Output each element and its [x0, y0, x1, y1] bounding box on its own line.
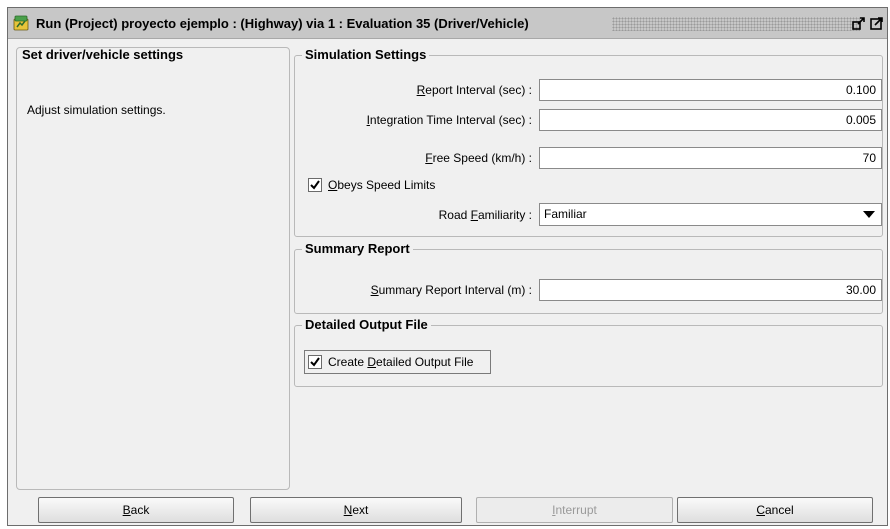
free-speed-input[interactable]: 70 [539, 147, 882, 169]
summary-interval-label: Summary Report Interval (m) : [370, 283, 532, 297]
next-button[interactable]: Next [250, 497, 462, 523]
obeys-speed-limits-box[interactable] [308, 178, 322, 192]
title-bar-grip [612, 17, 860, 31]
obeys-speed-limits-label: Obeys Speed Limits [328, 178, 436, 192]
back-button[interactable]: Back [38, 497, 234, 523]
dialog-window: Run (Project) proyecto ejemplo : (Highwa… [7, 7, 888, 526]
summary-report-heading: Summary Report [302, 241, 413, 256]
detailed-output-heading: Detailed Output File [302, 317, 431, 332]
interrupt-button[interactable]: Interrupt [476, 497, 673, 523]
step-heading: Set driver/vehicle settings [22, 47, 184, 62]
maximize-icon[interactable] [870, 16, 884, 30]
cancel-button[interactable]: Cancel [677, 497, 873, 523]
simulation-settings-heading: Simulation Settings [302, 47, 430, 62]
report-interval-label: Report Interval (sec) : [416, 83, 532, 97]
integration-interval-input[interactable]: 0.005 [539, 109, 882, 131]
create-detailed-output-checkbox[interactable]: Create Detailed Output File [308, 353, 493, 373]
report-interval-input[interactable]: 0.100 [539, 79, 882, 101]
obeys-speed-limits-checkbox[interactable]: Obeys Speed Limits [308, 176, 488, 196]
create-detailed-output-box[interactable] [308, 355, 322, 369]
step-description: Adjust simulation settings. [27, 103, 166, 117]
window-title: Run (Project) proyecto ejemplo : (Highwa… [36, 16, 529, 31]
dropdown-arrow-icon[interactable] [863, 211, 875, 218]
road-familiarity-value: Familiar [544, 207, 587, 221]
road-familiarity-label: Road Familiarity : [438, 208, 532, 222]
road-familiarity-select[interactable]: Familiar [539, 203, 882, 226]
checkmark-icon [310, 357, 320, 367]
restore-icon[interactable] [852, 16, 866, 30]
free-speed-label: Free Speed (km/h) : [425, 151, 532, 165]
checkmark-icon [310, 180, 320, 190]
create-detailed-output-label: Create Detailed Output File [328, 355, 474, 369]
summary-interval-input[interactable]: 30.00 [539, 279, 882, 301]
step-info-panel: Set driver/vehicle settings Adjust simul… [16, 47, 290, 490]
title-bar[interactable]: Run (Project) proyecto ejemplo : (Highwa… [8, 8, 887, 39]
highway-app-icon [13, 15, 29, 31]
integration-interval-label: Integration Time Interval (sec) : [366, 113, 532, 127]
